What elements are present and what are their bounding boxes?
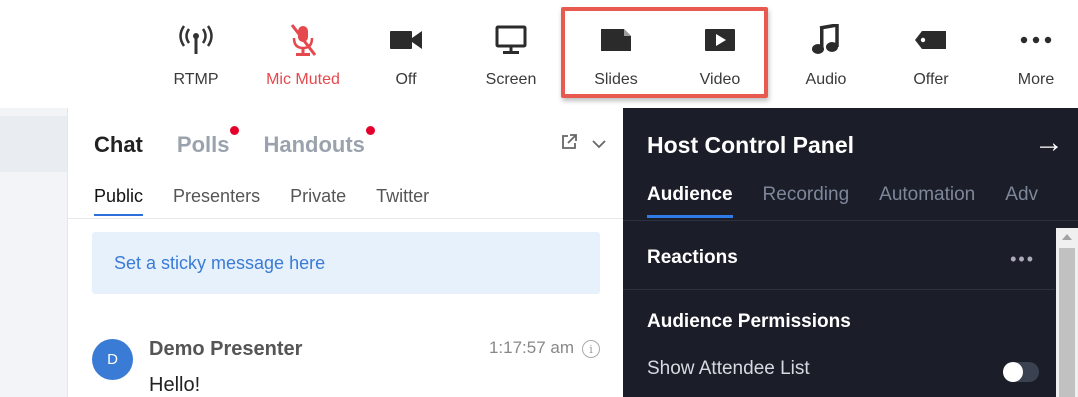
info-icon[interactable]: i — [582, 340, 600, 358]
divider — [68, 218, 623, 219]
subtab-presenters[interactable]: Presenters — [173, 186, 260, 216]
left-sidebar-strip — [0, 108, 67, 397]
mic-muted-icon — [288, 22, 318, 58]
screen-share-button[interactable]: Screen — [463, 22, 559, 94]
avatar: D — [92, 339, 133, 380]
host-tab-advanced[interactable]: Adv — [1005, 184, 1038, 218]
more-dots-icon — [1019, 22, 1053, 58]
offer-label: Offer — [913, 71, 949, 88]
tab-chat[interactable]: Chat — [94, 132, 143, 158]
mic-muted-label: Mic Muted — [266, 71, 340, 88]
mic-muted-button[interactable]: Mic Muted — [255, 22, 351, 94]
offer-button[interactable]: Offer — [883, 22, 979, 94]
tab-polls-label: Polls — [176, 132, 230, 157]
show-attendee-list-toggle[interactable] — [1003, 362, 1039, 382]
monitor-icon — [495, 22, 527, 58]
host-tab-recording[interactable]: Recording — [763, 184, 850, 218]
tab-chat-label: Chat — [94, 132, 143, 157]
more-label: More — [1017, 71, 1055, 88]
chevron-down-icon[interactable] — [591, 136, 607, 154]
rtmp-label: RTMP — [173, 71, 219, 88]
more-button[interactable]: More — [988, 22, 1078, 94]
host-panel-title: Host Control Panel — [647, 132, 855, 158]
camera-off-button[interactable]: Off — [358, 22, 454, 94]
tab-handouts-label: Handouts — [263, 132, 365, 157]
screen-label: Screen — [485, 71, 537, 88]
tab-handouts[interactable]: Handouts — [263, 126, 375, 158]
tab-polls[interactable]: Polls — [176, 126, 240, 158]
subtab-public[interactable]: Public — [94, 186, 144, 216]
camera-icon — [389, 22, 423, 58]
chat-message: D Demo Presenter 1:17:57 am i Hello! — [92, 334, 600, 397]
audience-permissions-heading: Audience Permissions — [647, 311, 851, 332]
scroll-up-icon[interactable] — [1062, 234, 1072, 240]
audio-label: Audio — [805, 71, 847, 88]
audio-button[interactable]: Audio — [778, 22, 874, 94]
subtab-twitter[interactable]: Twitter — [376, 186, 429, 216]
arrow-right-icon[interactable]: → — [1034, 126, 1064, 160]
toggle-knob — [1003, 362, 1023, 382]
divider — [623, 289, 1055, 290]
message-text: Hello! — [149, 374, 201, 396]
chat-tab-bar: Chat Polls Handouts — [94, 126, 375, 158]
host-panel-body: Reactions ••• Audience Permissions Show … — [623, 221, 1055, 397]
reactions-heading: Reactions — [647, 247, 738, 268]
camera-off-label: Off — [395, 71, 417, 88]
left-sidebar-block — [0, 116, 67, 172]
message-time: 1:17:57 am — [488, 338, 574, 357]
show-attendee-list-label: Show Attendee List — [647, 358, 810, 379]
sticky-message-input[interactable]: Set a sticky message here — [92, 232, 600, 294]
highlight-annotation-box — [561, 7, 768, 98]
reactions-more-icon[interactable]: ••• — [1010, 249, 1035, 270]
rtmp-button[interactable]: RTMP — [148, 22, 244, 94]
music-note-icon — [811, 22, 841, 58]
host-tab-bar: Audience Recording Automation Adv — [647, 184, 1038, 218]
host-tab-automation[interactable]: Automation — [879, 184, 975, 218]
chat-panel: Chat Polls Handouts Public Presenters Pr… — [67, 108, 623, 397]
subtab-private[interactable]: Private — [290, 186, 346, 216]
scrollbar-thumb[interactable] — [1059, 248, 1075, 397]
polls-notification-dot — [230, 126, 240, 135]
scrollbar[interactable] — [1056, 228, 1078, 397]
message-author: Demo Presenter — [149, 338, 303, 360]
host-tab-audience[interactable]: Audience — [647, 184, 733, 218]
chat-sub-tab-bar: Public Presenters Private Twitter — [94, 186, 429, 216]
media-toolbar: RTMP Mic Muted Off Screen Slides Video A… — [0, 0, 1078, 108]
host-control-panel: Host Control Panel → Audience Recording … — [623, 108, 1078, 397]
chat-panel-actions — [561, 134, 607, 155]
app-window: RTMP Mic Muted Off Screen Slides Video A… — [0, 0, 1078, 397]
popout-icon[interactable] — [561, 134, 577, 155]
offer-tag-icon — [914, 22, 948, 58]
handouts-notification-dot — [365, 126, 375, 135]
broadcast-icon — [178, 22, 214, 58]
